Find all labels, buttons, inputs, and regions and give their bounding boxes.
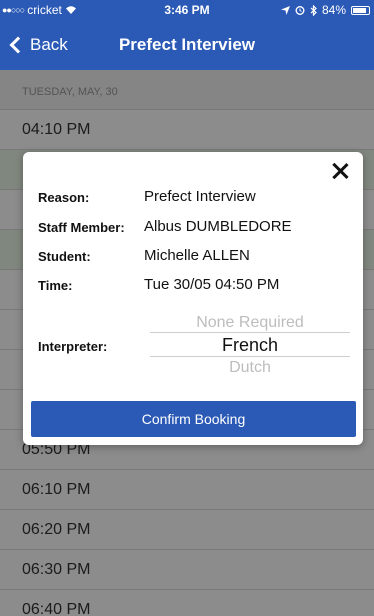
picker-option[interactable]: None Required	[150, 314, 350, 332]
battery-icon	[351, 5, 370, 15]
interpreter-picker[interactable]: None Required French Dutch	[150, 312, 350, 378]
student-value: Michelle ALLEN	[144, 247, 250, 264]
status-bar: ●●○○○ cricket 3:46 PM 84%	[0, 0, 374, 20]
reason-value: Prefect Interview	[144, 188, 256, 205]
student-label: Student:	[38, 249, 91, 264]
nav-bar: Back Prefect Interview	[0, 20, 374, 70]
reason-label: Reason:	[38, 190, 90, 205]
time-value: Tue 30/05 04:50 PM	[144, 276, 280, 293]
bluetooth-icon	[310, 4, 317, 16]
confirm-booking-button[interactable]: Confirm Booking	[31, 401, 356, 437]
time-label: Time:	[38, 278, 73, 293]
page-title: Prefect Interview	[118, 35, 256, 54]
picker-option-selected[interactable]: French	[150, 335, 350, 356]
battery-percent: 84%	[321, 3, 346, 17]
picker-divider	[150, 332, 350, 333]
staff-member-value: Albus DUMBLEDORE	[144, 218, 292, 235]
alarm-icon	[295, 6, 305, 15]
picker-divider	[150, 356, 350, 357]
picker-option[interactable]: Dutch	[150, 359, 350, 377]
staff-member-label: Staff Member:	[38, 220, 125, 235]
booking-dialog: Reason: Prefect Interview Staff Member: …	[23, 152, 363, 445]
location-arrow-icon	[280, 5, 290, 15]
close-icon[interactable]	[327, 158, 353, 184]
status-right: 84%	[280, 3, 370, 17]
interpreter-label: Interpreter:	[38, 339, 108, 354]
